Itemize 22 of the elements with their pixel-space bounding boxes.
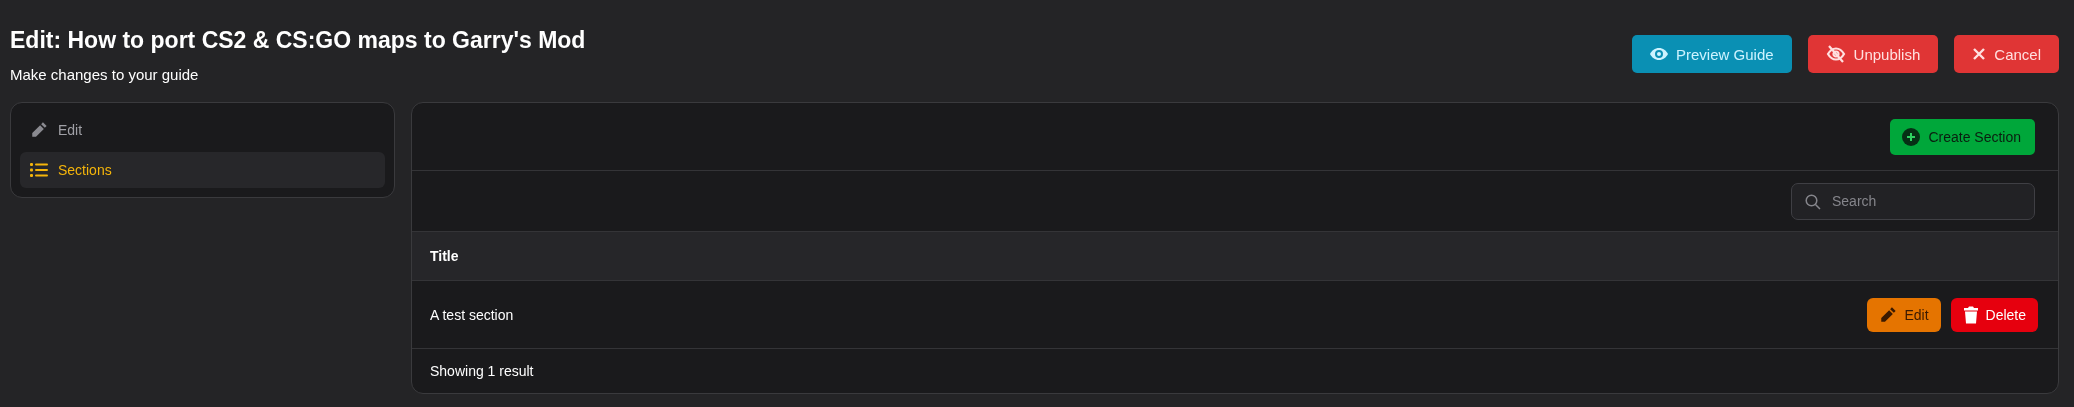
eye-slash-icon xyxy=(1825,45,1846,63)
results-count: Showing 1 result xyxy=(430,363,534,379)
pencil-icon xyxy=(30,121,48,139)
preview-guide-button[interactable]: Preview Guide xyxy=(1632,35,1792,73)
trash-icon xyxy=(1962,305,1979,324)
sidebar-item[interactable]: Edit xyxy=(20,112,385,148)
column-header: Title xyxy=(430,248,459,264)
unpublish-button[interactable]: Unpublish xyxy=(1807,35,1939,73)
page-subtitle: Make changes to your guide xyxy=(10,66,200,83)
close-icon xyxy=(1972,47,1987,61)
search-field[interactable]: Search xyxy=(1791,182,2035,220)
cancel-button[interactable]: Cancel xyxy=(1954,35,2059,73)
sidebar-item[interactable]: Sections xyxy=(20,152,385,188)
create-section-button[interactable]: Create Section xyxy=(1890,118,2035,155)
delete-button[interactable]: Delete xyxy=(1950,297,2038,332)
page-title: Edit: How to port CS2 & CS:GO maps to Garry's Mod xyxy=(10,27,586,54)
eye-icon xyxy=(1650,47,1669,61)
plus-circle-icon xyxy=(1902,127,1921,146)
table-cell: A test section xyxy=(430,306,514,323)
edit-button[interactable]: Edit xyxy=(1867,297,1941,332)
list-icon xyxy=(30,162,48,178)
pencil-icon xyxy=(1879,305,1898,324)
